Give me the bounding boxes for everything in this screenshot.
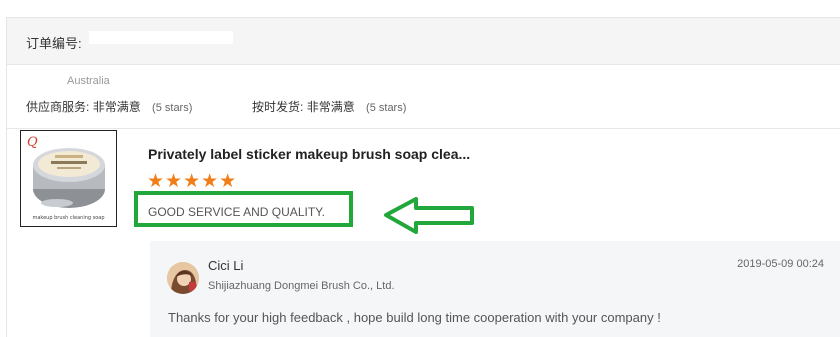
supplier-service-value: 非常满意 xyxy=(92,100,141,114)
buyer-country: Australia xyxy=(67,75,110,87)
supplier-reply-box: Cici Li Shijiazhuang Dongmei Brush Co., … xyxy=(150,241,840,337)
annotation-arrow-icon xyxy=(384,197,474,234)
avatar-image xyxy=(167,262,199,294)
supplier-service-rating: 供应商服务: 非常满意 (5 stars) xyxy=(26,98,192,115)
reply-author-name: Cici Li xyxy=(208,258,244,273)
supplier-service-note: (5 stars) xyxy=(152,102,193,114)
supplier-service-label: 供应商服务: xyxy=(26,100,90,114)
order-header: 订单编号: xyxy=(7,18,840,65)
order-number-redaction xyxy=(89,31,233,44)
soap-tin-image: Q makeup brush cleaning soap xyxy=(21,131,116,226)
reply-message: Thanks for your high feedback , hope bui… xyxy=(168,310,661,325)
supplier-avatar xyxy=(167,262,199,294)
on-time-shipping-value: 非常满意 xyxy=(306,100,355,114)
annotation-highlight-box xyxy=(134,191,353,227)
on-time-shipping-rating: 按时发货: 非常满意 (5 stars) xyxy=(252,98,406,115)
on-time-shipping-note: (5 stars) xyxy=(366,102,407,114)
thumbnail-caption: makeup brush cleaning soap xyxy=(32,215,104,221)
on-time-shipping-label: 按时发货: xyxy=(252,100,304,114)
reply-company-name: Shijiazhuang Dongmei Brush Co., Ltd. xyxy=(208,280,395,292)
order-number-label: 订单编号: xyxy=(26,36,82,51)
product-thumbnail[interactable]: Q makeup brush cleaning soap xyxy=(20,130,117,227)
buyer-rating-section: Australia 供应商服务: 非常满意 (5 stars) 按时发货: 非常… xyxy=(7,65,840,129)
reply-timestamp: 2019-05-09 00:24 xyxy=(737,258,824,270)
svg-text:Q: Q xyxy=(27,135,38,150)
product-title-link[interactable]: Privately label sticker makeup brush soa… xyxy=(148,146,470,162)
product-star-rating: ★★★★★ xyxy=(147,172,238,192)
